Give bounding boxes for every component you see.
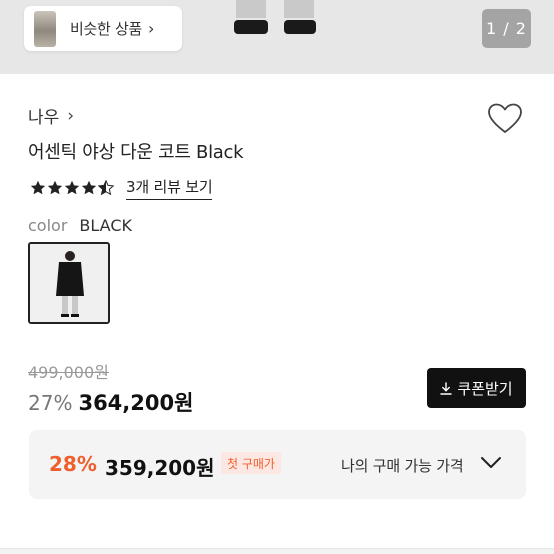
color-label: color (28, 216, 68, 235)
rating-row: 3개 리뷰 보기 (30, 176, 213, 200)
color-value: BLACK (79, 216, 132, 235)
product-image-carousel[interactable]: 비슷한 상품 › 1 / 2 (0, 0, 554, 74)
discount-rate: 27% (28, 391, 73, 415)
review-link[interactable]: 3개 리뷰 보기 (126, 176, 213, 200)
download-icon (440, 381, 453, 395)
similar-products-label: 비슷한 상품 (70, 20, 142, 38)
section-divider (0, 548, 554, 554)
color-row: color BLACK (28, 216, 132, 235)
brand-link[interactable]: 나우 › (28, 103, 75, 129)
chevron-right-icon: › (67, 105, 75, 126)
original-price: 499,000원 (28, 363, 109, 382)
star-icon (47, 180, 63, 195)
brand-name: 나우 (28, 108, 60, 128)
price-row: 27% 364,200원 (28, 387, 193, 417)
first-purchase-badge: 첫 구매가 (221, 452, 281, 474)
similar-products-button[interactable]: 비슷한 상품 › (24, 6, 182, 51)
similar-product-thumbnail (34, 10, 56, 47)
coupon-button[interactable]: 쿠폰받기 (427, 368, 526, 408)
color-option-black[interactable] (28, 242, 110, 324)
sale-price: 364,200원 (78, 391, 194, 415)
star-icon (64, 180, 80, 195)
chevron-down-icon[interactable] (480, 456, 502, 470)
best-price-label: 나의 구매 가능 가격 (341, 457, 464, 475)
star-icon (81, 180, 97, 195)
product-thumbnail (30, 244, 108, 322)
best-price-panel[interactable]: 28% 359,200원 첫 구매가 나의 구매 가능 가격 (29, 430, 526, 499)
product-title: 어센틱 야상 다운 코트 Black (28, 142, 244, 163)
image-page-indicator: 1 / 2 (482, 9, 531, 48)
star-rating (30, 180, 114, 196)
coupon-button-label: 쿠폰받기 (457, 379, 513, 398)
half-star-icon (98, 180, 114, 196)
best-discount-rate: 28% (49, 452, 97, 476)
heart-icon[interactable] (487, 103, 523, 135)
star-icon (30, 180, 46, 195)
best-price-value: 359,200원 (105, 456, 215, 480)
chevron-right-icon: › (147, 19, 155, 38)
product-image-feet (234, 0, 316, 34)
